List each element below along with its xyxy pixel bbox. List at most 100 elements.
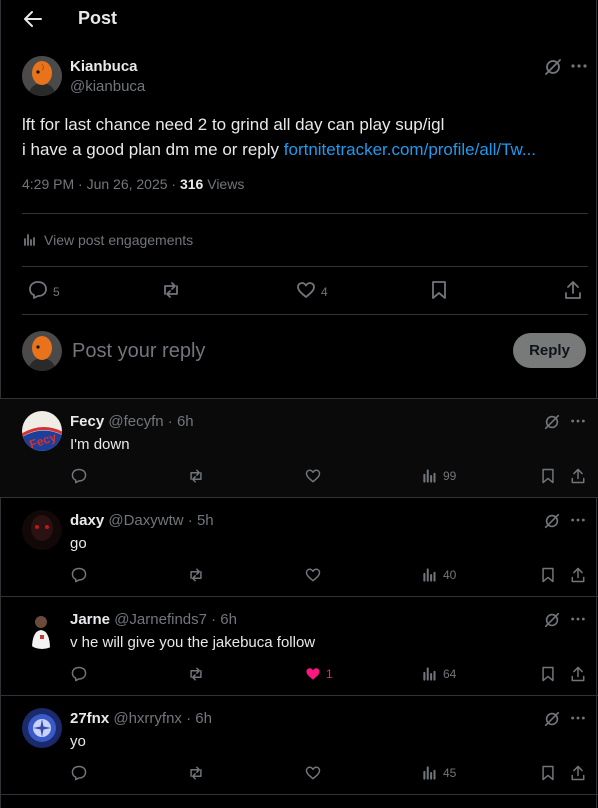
- grok-icon[interactable]: [543, 710, 561, 728]
- reply-button[interactable]: Reply: [513, 333, 586, 368]
- share-icon[interactable]: [569, 665, 587, 683]
- views-action[interactable]: 45: [421, 764, 456, 782]
- reply-header: 27fnx @hxrryfnx · 6h: [70, 710, 212, 727]
- views-action[interactable]: 99: [421, 467, 456, 485]
- post-text-line1: lft for last chance need 2 to grind all …: [22, 115, 445, 134]
- grok-icon[interactable]: [543, 512, 561, 530]
- comment-icon: [29, 281, 47, 299]
- engagements-label: View post engagements: [44, 232, 194, 248]
- reply-author-handle[interactable]: @Daxywtw · 5h: [108, 512, 213, 529]
- reply-avatar[interactable]: Fecy: [22, 411, 62, 451]
- reply-count: 5: [53, 285, 60, 299]
- more-options-icon[interactable]: [570, 512, 586, 528]
- reply-avatar[interactable]: [22, 609, 62, 649]
- views-action[interactable]: 64: [421, 665, 456, 683]
- divider: [22, 314, 588, 315]
- reply-avatar[interactable]: [22, 708, 62, 748]
- more-options-icon[interactable]: [570, 611, 586, 627]
- user-avatar[interactable]: [22, 331, 62, 371]
- repost-action[interactable]: [160, 279, 182, 301]
- reply-item[interactable]: Jarne @Jarnefinds7 · 6h v he will give y…: [0, 597, 598, 696]
- comment-icon[interactable]: [70, 566, 88, 584]
- reply-item[interactable]: 27fnx @hxrryfnx · 6h yo 45: [0, 696, 598, 795]
- like-count: 4: [321, 285, 328, 299]
- reply-input[interactable]: Post your reply: [72, 340, 205, 363]
- share-icon: [565, 281, 581, 299]
- page-header: Post: [0, 0, 598, 38]
- heart-icon[interactable]: [304, 764, 322, 782]
- bookmark-action[interactable]: [428, 279, 450, 301]
- analytics-icon: [423, 568, 436, 582]
- bookmark-icon[interactable]: [539, 566, 557, 584]
- page-title: Post: [78, 8, 118, 28]
- repost-icon[interactable]: [187, 665, 205, 683]
- like-action[interactable]: 4: [295, 279, 328, 301]
- post-meta: 4:29 PM · Jun 26, 2025 · 316 Views: [22, 176, 244, 192]
- reply-author-name[interactable]: Fecy: [70, 413, 104, 430]
- analytics-icon: [423, 469, 436, 483]
- like-action-active[interactable]: 1: [304, 665, 333, 683]
- comment-icon[interactable]: [70, 764, 88, 782]
- reply-view-count: 40: [443, 568, 457, 582]
- heart-icon[interactable]: [304, 566, 322, 584]
- repost-icon[interactable]: [187, 764, 205, 782]
- reply-text: yo: [70, 733, 86, 750]
- post-time[interactable]: 4:29 PM · Jun 26, 2025 ·: [22, 176, 180, 192]
- comment-icon[interactable]: [70, 467, 88, 485]
- reply-view-count: 64: [443, 667, 457, 681]
- post-link[interactable]: fortnitetracker.com/profile/all/Tw...: [284, 140, 536, 159]
- heart-icon: [297, 282, 315, 298]
- more-options-icon[interactable]: [570, 710, 586, 726]
- reply-author-handle[interactable]: @fecyfn · 6h: [108, 413, 193, 430]
- reply-author-name[interactable]: daxy: [70, 512, 104, 529]
- author-handle[interactable]: @kianbuca: [70, 78, 145, 95]
- reply-view-count: 99: [443, 469, 457, 483]
- heart-filled-icon: [306, 668, 320, 680]
- more-options-icon[interactable]: [570, 57, 588, 75]
- grok-icon[interactable]: [543, 57, 563, 77]
- back-arrow-icon[interactable]: [22, 8, 44, 30]
- share-action[interactable]: [562, 279, 584, 301]
- reply-action[interactable]: 5: [27, 279, 60, 301]
- bookmark-icon[interactable]: [539, 467, 557, 485]
- reply-header: Jarne @Jarnefinds7 · 6h: [70, 611, 237, 628]
- heart-icon[interactable]: [304, 467, 322, 485]
- comment-icon[interactable]: [70, 665, 88, 683]
- reply-author-handle[interactable]: @hxrryfnx · 6h: [113, 710, 212, 727]
- reply-text: go: [70, 535, 87, 552]
- reply-author-name[interactable]: 27fnx: [70, 710, 109, 727]
- reply-actions: 40: [0, 566, 598, 586]
- share-icon[interactable]: [569, 566, 587, 584]
- views-action[interactable]: 40: [421, 566, 456, 584]
- repost-icon[interactable]: [187, 467, 205, 485]
- author-name[interactable]: Kianbuca: [70, 58, 138, 75]
- reply-author-handle[interactable]: @Jarnefinds7 · 6h: [114, 611, 237, 628]
- bookmark-icon[interactable]: [539, 764, 557, 782]
- share-icon[interactable]: [569, 764, 587, 782]
- grok-icon[interactable]: [543, 611, 561, 629]
- post-text-line2: i have a good plan dm me or reply fortni…: [22, 137, 582, 162]
- analytics-icon: [24, 234, 35, 246]
- repost-icon: [164, 282, 178, 298]
- share-icon[interactable]: [569, 467, 587, 485]
- grok-icon[interactable]: [543, 413, 561, 431]
- reply-item[interactable]: Fecy Fecy @fecyfn · 6h I'm down 99: [0, 399, 598, 498]
- reply-text: v he will give you the jakebuca follow: [70, 634, 316, 651]
- more-options-icon[interactable]: [570, 413, 586, 429]
- author-avatar[interactable]: [22, 56, 62, 96]
- bookmark-icon: [432, 281, 446, 299]
- reply-avatar[interactable]: [22, 510, 62, 550]
- reply-like-count: 1: [326, 667, 333, 681]
- reply-author-name[interactable]: Jarne: [70, 611, 110, 628]
- reply-header: daxy @Daxywtw · 5h: [70, 512, 214, 529]
- reply-header: Fecy @fecyfn · 6h: [70, 413, 194, 430]
- reply-actions: 1 64: [0, 665, 598, 685]
- repost-icon[interactable]: [187, 566, 205, 584]
- reply-view-count: 45: [443, 766, 457, 780]
- view-engagements-link[interactable]: View post engagements: [22, 232, 193, 248]
- bookmark-icon[interactable]: [539, 665, 557, 683]
- analytics-icon: [423, 766, 436, 780]
- reply-item[interactable]: daxy @Daxywtw · 5h go 40: [0, 498, 598, 597]
- analytics-icon: [423, 667, 436, 681]
- view-count: 316: [179, 176, 204, 192]
